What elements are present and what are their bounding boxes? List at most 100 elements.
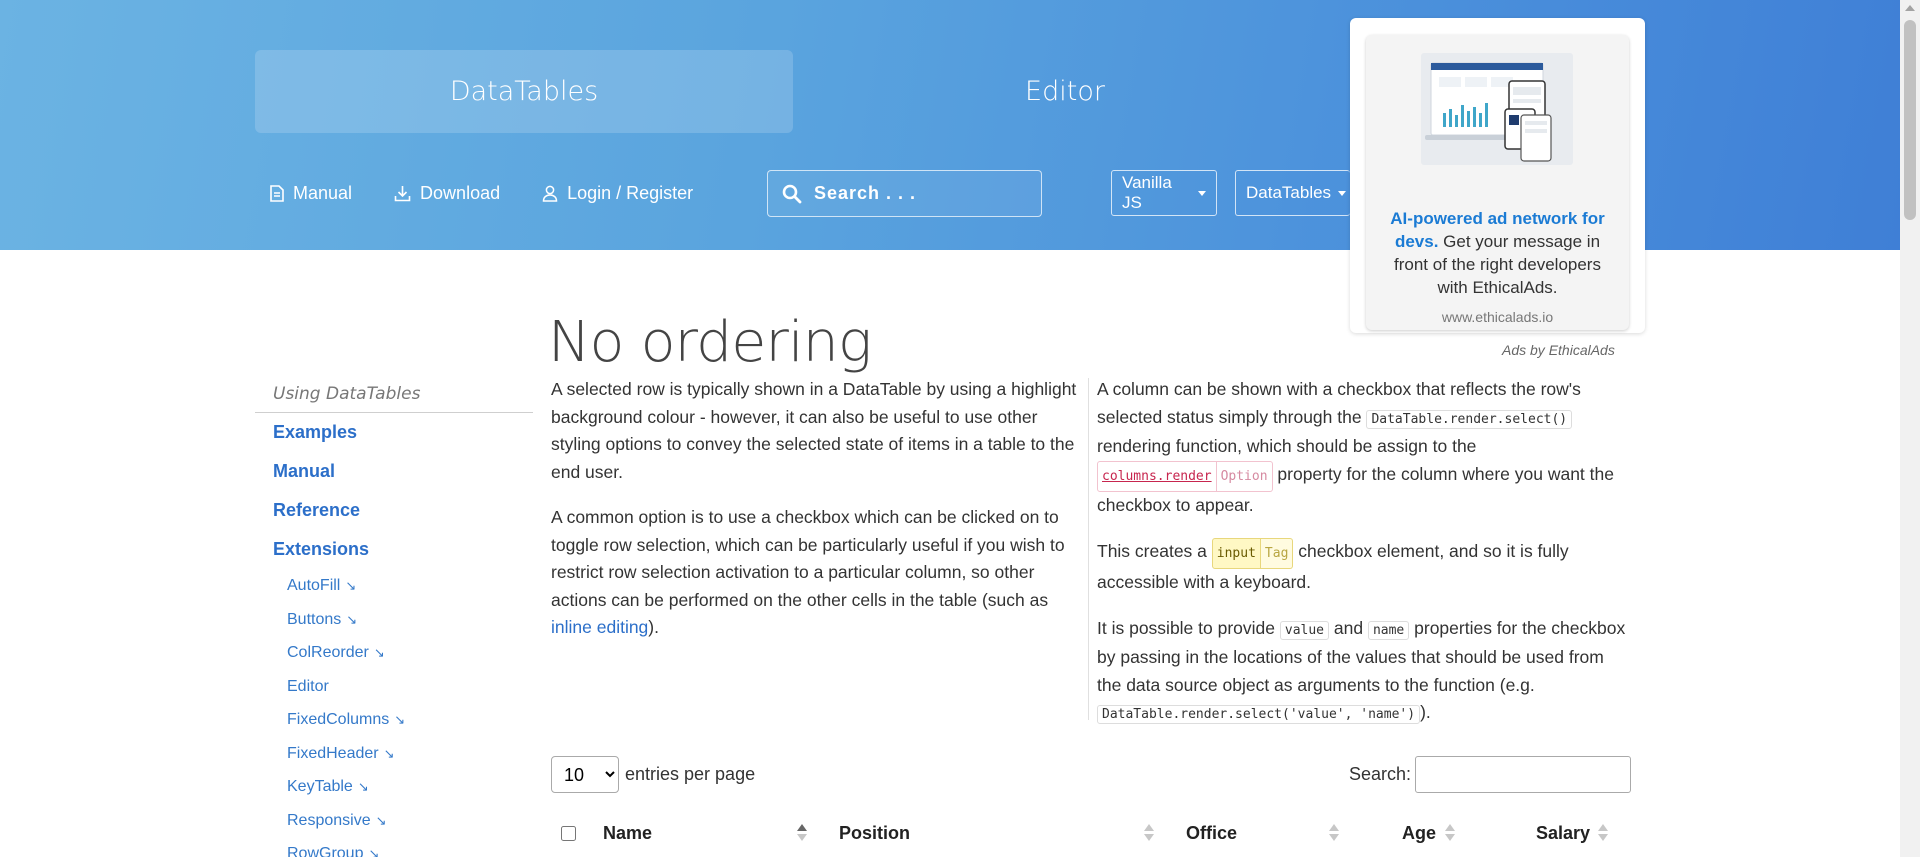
sidebar-subitem-colreorder[interactable]: ColReorder ↘	[255, 636, 533, 670]
sidebar-title: Using DataTables	[255, 384, 533, 413]
nav-download-label: Download	[420, 182, 501, 203]
external-link-icon: ↘	[345, 578, 357, 593]
framework-select-value: Vanilla JS	[1122, 173, 1172, 212]
external-link-icon: ↘	[375, 812, 387, 828]
column-header-office[interactable]: Office	[1186, 823, 1237, 844]
sidebar-subitem-label: RowGroup	[287, 845, 364, 857]
intro-paragraph: A common option is to use a checkbox whi…	[551, 504, 1081, 642]
tab-editor[interactable]: Editor	[796, 50, 1334, 133]
sidebar-item-manual[interactable]: Manual	[255, 452, 533, 491]
column-header-salary[interactable]: Salary	[1536, 823, 1590, 844]
render-select-code[interactable]: DataTable.render.select()	[1366, 409, 1573, 429]
nav-download[interactable]: Download	[394, 183, 500, 204]
sidebar-item-examples[interactable]: Examples	[255, 413, 533, 452]
sidebar-subitem-fixedcolumns[interactable]: FixedColumns ↘	[255, 703, 533, 737]
styling-select[interactable]: DataTables	[1235, 170, 1350, 216]
value-code: value	[1279, 620, 1330, 640]
entries-select[interactable]: 10	[551, 756, 619, 793]
sort-icon[interactable]	[1144, 822, 1154, 844]
document-icon	[270, 184, 284, 202]
sidebar-subitem-keytable[interactable]: KeyTable ↘	[255, 770, 533, 804]
ad-text[interactable]: AI-powered ad network for devs. Get your…	[1380, 207, 1615, 299]
tag-reference[interactable]: input Tag	[1211, 537, 1294, 569]
page-title: No ordering	[547, 310, 872, 375]
paragraph-text: A common option is to use a checkbox whi…	[551, 507, 1065, 610]
sidebar-item-extensions[interactable]: Extensions	[255, 530, 533, 569]
paragraph-text: ).	[648, 617, 659, 637]
sidebar-subitem-label: ColReorder	[287, 644, 369, 661]
ad-card[interactable]: AI-powered ad network for devs. Get your…	[1366, 35, 1629, 330]
select-all-checkbox[interactable]	[561, 826, 576, 841]
sidebar-subitem-rowgroup[interactable]: RowGroup ↘	[255, 837, 533, 857]
option-name[interactable]: columns.render	[1097, 460, 1217, 492]
entries-label: entries per page	[625, 764, 756, 784]
intro-paragraph: This creates a input Tag checkbox element…	[1097, 537, 1627, 597]
intro-paragraph: A selected row is typically shown in a D…	[551, 379, 1077, 482]
paragraph-text: It is possible to provide	[1097, 617, 1280, 638]
search-icon	[782, 184, 802, 203]
styling-select-value: DataTables	[1246, 183, 1332, 202]
page-scrollbar[interactable]	[1900, 0, 1920, 857]
nav-manual[interactable]: Manual	[270, 183, 352, 204]
table-search-label: Search:	[1349, 764, 1412, 784]
sidebar-subitem-label: FixedHeader	[287, 744, 379, 762]
user-icon	[542, 185, 558, 202]
option-reference[interactable]: columns.render Option	[1097, 460, 1273, 492]
sidebar-subitem-autofill[interactable]: AutoFill ↘	[255, 569, 533, 603]
sidebar-subitem-fixedheader[interactable]: FixedHeader ↘	[255, 737, 533, 771]
column-header-position[interactable]: Position	[839, 823, 910, 844]
sidebar-subitem-responsive[interactable]: Responsive ↘	[255, 804, 533, 838]
sidebar-subitem-label: AutoFill	[287, 577, 341, 594]
site-search[interactable]	[767, 170, 1042, 217]
table-search-input[interactable]	[1415, 756, 1632, 793]
option-type-label: Option	[1216, 460, 1273, 492]
paragraph-text: and	[1329, 617, 1368, 638]
ad-attribution[interactable]: Ads by EthicalAds	[1502, 342, 1615, 358]
external-link-icon: ↘	[346, 611, 358, 627]
tag-name[interactable]: input	[1211, 537, 1261, 569]
sidebar: Using DataTables Examples Manual Referen…	[255, 384, 533, 857]
external-link-icon: ↘	[394, 712, 406, 727]
intro-paragraph: A column can be shown with a checkbox th…	[1097, 376, 1627, 520]
sidebar-subitem-label: Responsive	[287, 811, 371, 829]
nav-manual-label: Manual	[293, 182, 353, 203]
sidebar-subitem-label: FixedColumns	[287, 711, 390, 728]
sidebar-subitem-editor[interactable]: Editor	[255, 670, 533, 704]
sidebar-subitem-label: KeyTable	[287, 778, 353, 795]
sort-icon[interactable]	[1598, 822, 1608, 844]
tab-datatables[interactable]: DataTables	[255, 50, 793, 133]
paragraph-text: ).	[1420, 702, 1431, 722]
scroll-up-icon[interactable]	[1905, 5, 1915, 11]
external-link-icon: ↘	[357, 779, 369, 794]
sidebar-item-reference[interactable]: Reference	[255, 491, 533, 530]
table-header: Name Position Office Age Salary	[551, 815, 1627, 857]
intro-right-column: A column can be shown with a checkbox th…	[1097, 376, 1627, 747]
framework-select[interactable]: Vanilla JS	[1111, 170, 1217, 216]
table-search: Search:	[1349, 756, 1632, 793]
external-link-icon: ↘	[373, 645, 385, 660]
ad-dashboard-illustration	[1425, 62, 1552, 162]
external-link-icon: ↘	[368, 846, 380, 857]
nav-login[interactable]: Login / Register	[542, 183, 693, 204]
site-search-input[interactable]	[814, 183, 1014, 204]
chevron-down-icon	[1198, 190, 1206, 196]
column-header-age[interactable]: Age	[1402, 823, 1436, 844]
scrollbar-thumb[interactable]	[1904, 20, 1916, 220]
ad-image[interactable]	[1421, 53, 1573, 165]
sort-icon[interactable]	[1445, 822, 1455, 844]
ad-domain[interactable]: www.ethicalads.io	[1366, 309, 1629, 325]
sort-icon[interactable]	[1329, 822, 1339, 844]
sort-icon[interactable]	[797, 822, 807, 844]
render-select-args-code: DataTable.render.select('value', 'name')	[1097, 705, 1421, 724]
intro-left-column: A selected row is typically shown in a D…	[551, 376, 1081, 660]
entries-control: 10 entries per page	[551, 756, 755, 793]
chevron-down-icon	[1338, 190, 1347, 196]
ad-panel: AI-powered ad network for devs. Get your…	[1350, 18, 1645, 333]
external-link-icon: ↘	[383, 745, 395, 761]
tag-type-label: Tag	[1260, 537, 1294, 569]
column-divider	[1088, 378, 1089, 720]
column-header-name[interactable]: Name	[603, 823, 652, 844]
download-icon	[394, 185, 411, 201]
inline-editing-link[interactable]: inline editing	[551, 617, 648, 637]
sidebar-subitem-buttons[interactable]: Buttons ↘	[255, 603, 533, 637]
